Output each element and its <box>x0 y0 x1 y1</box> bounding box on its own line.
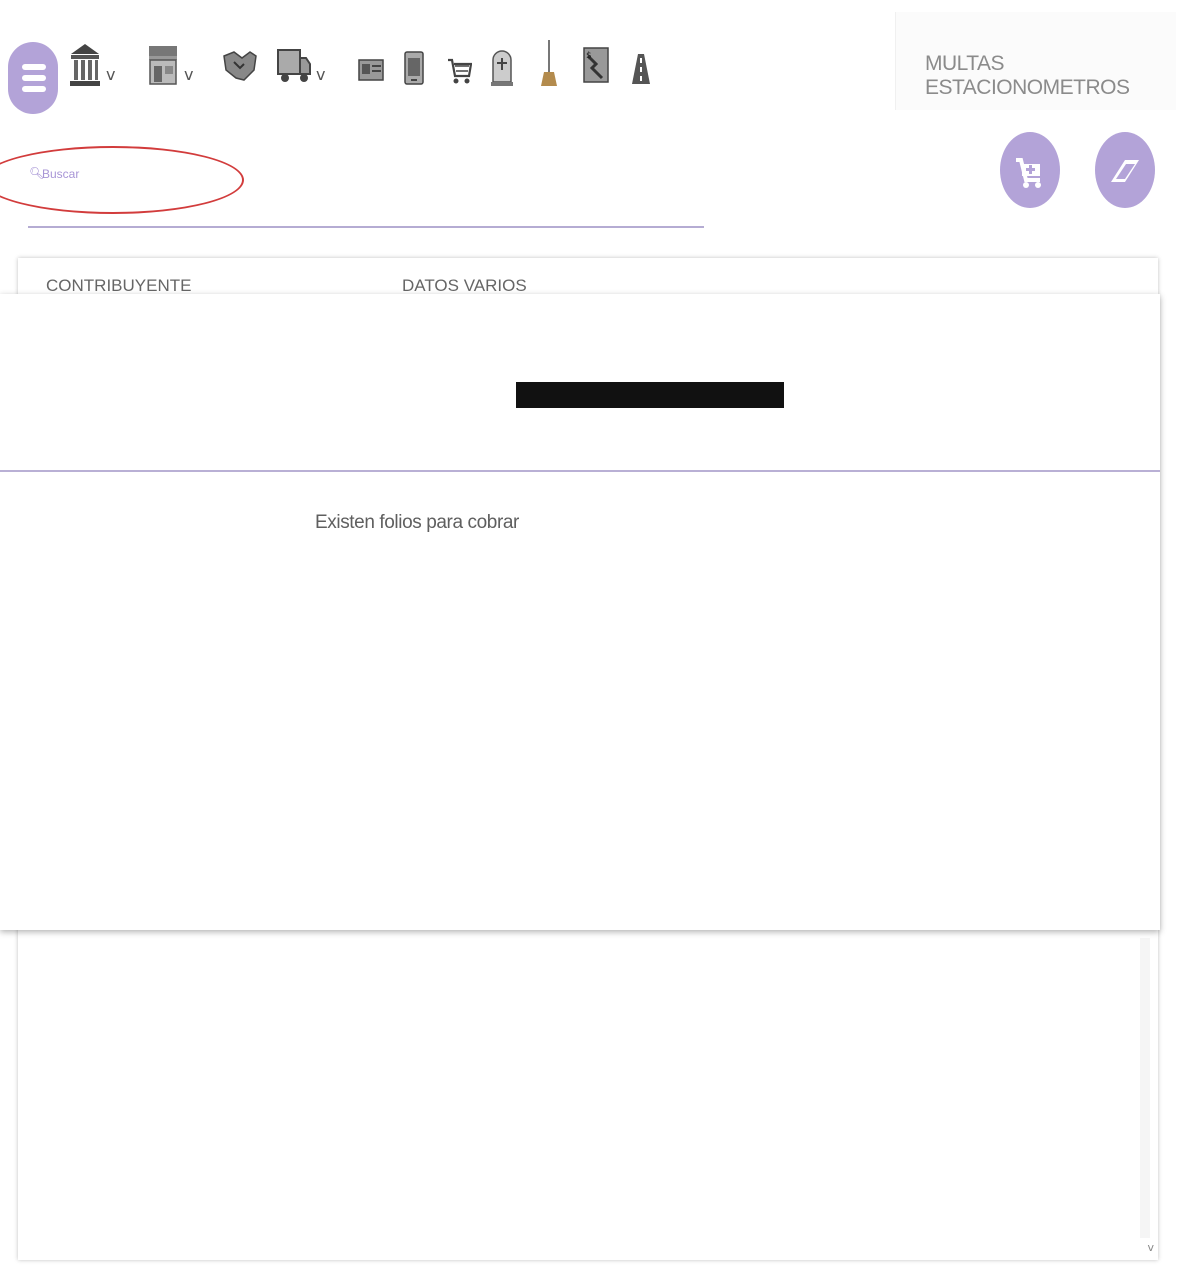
search-input[interactable] <box>42 162 682 186</box>
dialog-header <box>0 294 1160 472</box>
section-title: MULTAS ESTACIONOMETROS <box>925 52 1130 99</box>
add-to-cart-button[interactable] <box>1000 132 1060 208</box>
scroll-down-icon[interactable]: v <box>1147 1241 1154 1254</box>
column-header-datos-varios[interactable]: DATOS VARIOS <box>402 276 527 296</box>
search-box[interactable]: 🔍︎ <box>28 162 704 228</box>
menu-bar <box>22 64 46 70</box>
chevron-down-icon: v <box>106 65 116 84</box>
shopping-cart-icon[interactable] <box>446 36 472 88</box>
id-card-icon[interactable] <box>358 36 384 88</box>
dialog-message: Existen folios para cobrar <box>315 512 519 533</box>
alert-dialog: Existen folios para cobrar <box>0 294 1160 930</box>
table-scrollbar[interactable] <box>1140 938 1150 1238</box>
clear-button[interactable] <box>1095 132 1155 208</box>
broom-icon[interactable] <box>540 36 558 88</box>
storefront-icon[interactable]: v <box>146 36 193 88</box>
top-toolbar: v v v $ MULTAS ESTACIONOMETROS <box>0 0 1177 118</box>
menu-bar <box>22 75 46 81</box>
redacted-title <box>516 382 784 408</box>
menu-bar <box>22 86 46 92</box>
svg-text:$: $ <box>586 51 592 61</box>
chevron-down-icon: v <box>316 65 326 84</box>
tombstone-icon[interactable] <box>490 36 514 88</box>
handshake-icon[interactable] <box>222 36 258 88</box>
add-cart-icon <box>1016 158 1041 188</box>
hamburger-menu-button[interactable] <box>8 42 58 114</box>
road-icon[interactable] <box>626 36 656 88</box>
truck-icon[interactable]: v <box>276 36 325 88</box>
phone-document-icon[interactable] <box>403 36 425 88</box>
fine-receipt-icon[interactable]: $ <box>582 36 610 88</box>
government-building-icon[interactable]: v <box>68 36 115 88</box>
eraser-icon <box>1111 160 1139 182</box>
column-header-contribuyente[interactable]: CONTRIBUYENTE <box>46 276 191 296</box>
chevron-down-icon: v <box>184 65 194 84</box>
